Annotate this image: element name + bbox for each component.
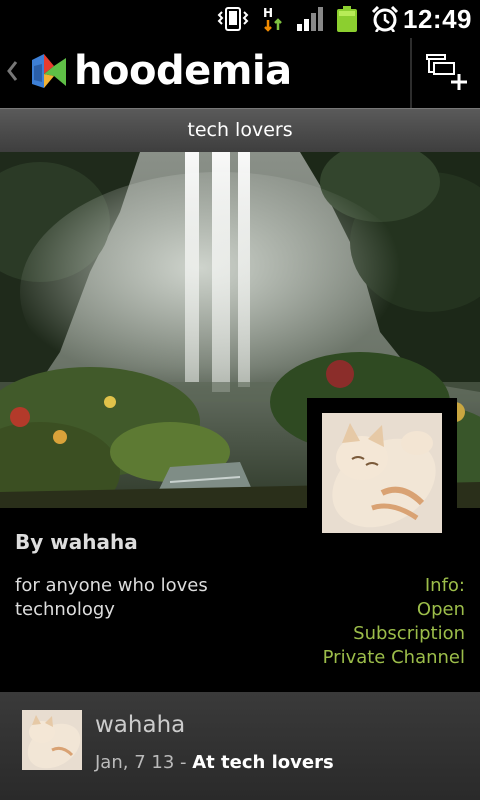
- network-h-icon: H: [263, 6, 282, 32]
- channel-title-bar: tech lovers: [0, 108, 480, 152]
- owner-avatar-frame: [307, 398, 457, 548]
- post-location[interactable]: At tech lovers: [192, 752, 333, 773]
- post-list-item[interactable]: wahaha Jan, 7 13 - At tech lovers: [0, 692, 480, 800]
- info-heading: Info:: [424, 575, 465, 596]
- hoodemia-logo[interactable]: [30, 52, 68, 92]
- alarm-icon: [371, 6, 399, 32]
- post-author-avatar: [22, 710, 82, 770]
- info-privacy: Private Channel: [322, 647, 465, 668]
- add-channel-icon: [426, 54, 467, 90]
- signal-icon: [297, 7, 323, 31]
- post-author: wahaha: [95, 712, 186, 738]
- info-subscription: Subscription: [353, 623, 465, 644]
- channel-title: tech lovers: [187, 119, 293, 141]
- battery-icon: [337, 6, 357, 32]
- add-channel-button[interactable]: [412, 38, 480, 108]
- info-access: Open: [416, 599, 465, 620]
- clock-time: 12:49: [403, 4, 472, 34]
- channel-info: Info: Open Subscription Private Channel: [323, 574, 465, 670]
- post-date: Jan, 7 13 -: [95, 752, 187, 773]
- channel-owner[interactable]: By wahaha: [15, 530, 138, 554]
- svg-text:H: H: [263, 6, 273, 20]
- vibrate-icon: [217, 7, 249, 31]
- status-bar: H 12:49: [0, 0, 480, 38]
- back-chevron-icon[interactable]: [4, 56, 20, 86]
- owner-avatar[interactable]: [322, 413, 442, 533]
- action-bar: hoodemia: [0, 38, 480, 108]
- channel-description: for anyone who loves technology: [15, 575, 208, 620]
- app-name: hoodemia: [74, 48, 292, 94]
- post-meta: Jan, 7 13 - At tech lovers: [95, 752, 334, 773]
